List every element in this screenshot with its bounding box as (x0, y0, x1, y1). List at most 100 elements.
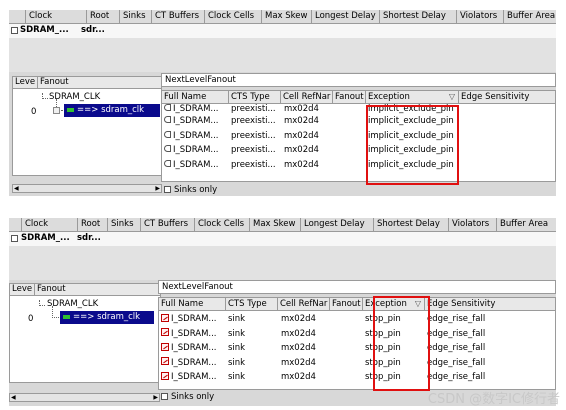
tree-level-value: 0 (28, 314, 34, 324)
tree-root-label[interactable]: SDRAM_CLK (47, 299, 98, 309)
sinks-only-option[interactable]: Sinks only (161, 185, 556, 196)
scroll-left-icon[interactable]: ◀ (11, 394, 16, 401)
table-row[interactable]: I_SDRAM... sink mx02d4 stop_pin edge_ris… (159, 312, 555, 327)
clock-flag-icon (63, 314, 70, 319)
col-longest-delay[interactable]: Longest Delay (312, 10, 380, 24)
cell-refname: mx02d4 (281, 328, 316, 339)
table-row[interactable]: I_SDRAM... preexisti... mx02d4 implicit_… (162, 129, 555, 144)
cell-full-name: I_SDRAM... (171, 314, 217, 324)
stop-pin-icon (161, 357, 169, 365)
exception-highlight-box (366, 105, 459, 185)
th-cell-refname[interactable]: Cell RefNar (278, 298, 330, 311)
cell-full-name: I_SDRAM... (173, 145, 219, 155)
cell-edge-sensitivity: edge_rise_fall (427, 314, 486, 324)
tree-col-fanout[interactable]: Fanout (38, 77, 161, 89)
col-clock[interactable]: Clock (22, 218, 78, 232)
th-fanout[interactable]: Fanout (330, 298, 363, 311)
cell-full-name: I_SDRAM... (173, 104, 219, 114)
row-checkbox[interactable] (11, 27, 18, 34)
row-checkbox[interactable] (11, 235, 18, 242)
col-max-skew[interactable]: Max Skew (250, 218, 301, 232)
table-row[interactable]: I_SDRAM... sink mx02d4 stop_pin edge_ris… (159, 327, 555, 342)
th-full-name[interactable]: Full Name (159, 298, 226, 311)
table-row[interactable]: I_SDRAM... sink mx02d4 stop_pin edge_ris… (159, 356, 555, 371)
sinks-only-checkbox[interactable] (164, 186, 171, 193)
stop-pin-icon (161, 328, 169, 336)
fanout-table: Full Name CTS Type Cell RefNar Fanout Ex… (161, 90, 556, 182)
table-row[interactable]: I_SDRAM... preexisti... mx02d4 implicit_… (162, 158, 555, 173)
clock-summary-row[interactable]: SDRAM_... sdr... (9, 24, 556, 38)
cell-refname: mx02d4 (284, 159, 319, 170)
pin-icon (164, 104, 171, 111)
empty-band (9, 246, 556, 280)
row-clock-value: SDRAM_... (20, 25, 69, 35)
col-sinks[interactable]: Sinks (108, 218, 141, 232)
sinks-only-checkbox[interactable] (161, 393, 168, 400)
col-violators[interactable]: Violators (457, 10, 504, 24)
cell-cts-type: preexisti... (231, 116, 276, 126)
col-clock-cells[interactable]: Clock Cells (195, 218, 250, 232)
pin-icon (164, 159, 171, 167)
clock-summary-row[interactable]: SDRAM_... sdr... (9, 232, 556, 246)
watermark: CSDN @数字IC修行者 (427, 392, 560, 407)
col-max-skew[interactable]: Max Skew (262, 10, 312, 24)
table-row[interactable]: I_SDRAM... sink mx02d4 stop_pin edge_ris… (159, 370, 555, 385)
tree-horizontal-scrollbar[interactable]: ◀ ▶ (9, 393, 160, 402)
stop-pin-icon (161, 313, 169, 322)
stop-pin-icon (161, 342, 169, 351)
cell-full-name: I_SDRAM... (173, 130, 219, 141)
col-buffer-area[interactable]: Buffer Area (497, 218, 556, 232)
cell-full-name: I_SDRAM... (171, 343, 217, 353)
cell-refname: mx02d4 (284, 145, 319, 155)
row-root-value: sdr... (81, 25, 105, 35)
tree-node-selected[interactable]: ==> sdram_clk (64, 104, 160, 117)
scroll-right-icon[interactable]: ▶ (153, 394, 158, 401)
col-sinks[interactable]: Sinks (120, 10, 152, 24)
next-level-fanout-title: NextLevelFanout (161, 73, 556, 87)
th-exception-label: Exception (368, 92, 410, 102)
next-level-fanout-pane: NextLevelFanout Full Name CTS Type Cell … (161, 73, 556, 196)
th-edge-sensitivity[interactable]: Edge Sensitivity (425, 298, 555, 311)
col-buffer-area[interactable]: Buffer Area (504, 10, 556, 24)
pin-icon (164, 145, 171, 152)
sinks-only-label: Sinks only (171, 392, 215, 402)
cell-cts-type: preexisti... (231, 145, 276, 155)
cell-refname: mx02d4 (281, 372, 316, 382)
col-longest-delay[interactable]: Longest Delay (301, 218, 374, 232)
fanout-tree[interactable]: Leve Fanout SDRAM_CLK 0 ==> sdram_clk (9, 283, 161, 383)
table-row[interactable]: I_SDRAM... preexisti... mx02d4 implicit_… (162, 143, 555, 158)
fanout-tree[interactable]: Leve Fanout SDRAM_CLK 0 ==> sdram_clk (12, 76, 162, 176)
cell-cts-type: sink (228, 314, 246, 324)
clock-summary-header: Clock Root Sinks CT Buffers Clock Cells … (9, 10, 556, 24)
th-cts-type[interactable]: CTS Type (226, 298, 278, 311)
scroll-left-icon[interactable]: ◀ (14, 185, 19, 192)
cell-edge-sensitivity: edge_rise_fall (427, 328, 486, 339)
table-row[interactable]: I_SDRAM... sink mx02d4 stop_pin edge_ris… (159, 341, 555, 356)
col-ct-buffers[interactable]: CT Buffers (152, 10, 205, 24)
tree-col-fanout[interactable]: Fanout (35, 284, 160, 296)
tree-col-level[interactable]: Leve (10, 284, 35, 296)
col-violators[interactable]: Violators (449, 218, 497, 232)
fanout-table: Full Name CTS Type Cell RefNar Fanout Ex… (158, 297, 556, 390)
col-clock-cells[interactable]: Clock Cells (205, 10, 262, 24)
col-ct-buffers[interactable]: CT Buffers (141, 218, 195, 232)
row-clock-value: SDRAM_... (21, 233, 70, 243)
expand-toggle-icon[interactable] (53, 107, 60, 114)
table-row[interactable]: I_SDRAM... preexisti... mx02d4 implicit_… (162, 114, 555, 129)
col-root[interactable]: Root (78, 218, 108, 232)
cell-full-name: I_SDRAM... (171, 357, 217, 368)
cell-refname: mx02d4 (281, 314, 316, 324)
clock-flag-icon (67, 107, 74, 112)
pin-icon (164, 130, 171, 138)
cell-refname: mx02d4 (281, 343, 316, 353)
col-shortest-delay[interactable]: Shortest Delay (380, 10, 457, 24)
cell-edge-sensitivity: edge_rise_fall (427, 357, 486, 368)
tree-node-selected[interactable]: ==> sdram_clk (60, 311, 154, 324)
scroll-right-icon[interactable]: ▶ (155, 185, 160, 192)
stop-pin-icon (161, 371, 169, 380)
col-root[interactable]: Root (87, 10, 120, 24)
col-shortest-delay[interactable]: Shortest Delay (374, 218, 449, 232)
col-clock[interactable]: Clock (26, 10, 87, 24)
tree-horizontal-scrollbar[interactable]: ◀ ▶ (12, 184, 162, 193)
tree-col-level[interactable]: Leve (13, 77, 38, 89)
